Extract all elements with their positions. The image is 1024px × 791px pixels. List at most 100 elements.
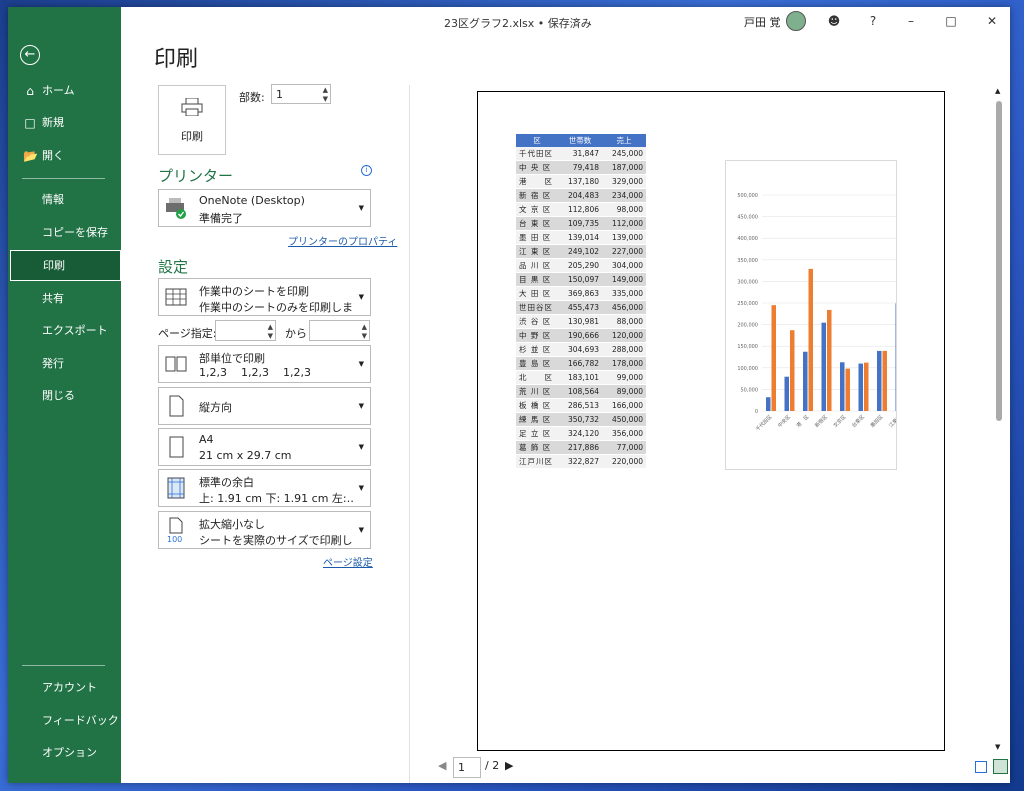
chart-svg: 0 50,000 100,000 150,000 200,000 250,000 300,0… xyxy=(737,193,906,433)
bar-series-1 xyxy=(840,362,845,411)
sidebar-item-share[interactable]: 共有 xyxy=(8,284,121,314)
paper-size-dropdown[interactable]: A4 21 cm x 29.7 cm ▼ xyxy=(158,428,371,466)
value-cell: 369,863 xyxy=(558,286,602,301)
paper-size-icon xyxy=(169,436,184,458)
table-row: 千代田区 31,847 245,000 xyxy=(516,147,646,161)
value-cell: 288,000 xyxy=(602,342,646,357)
user-name[interactable]: 戸田 覚 xyxy=(744,14,781,30)
sidebar-item-info[interactable]: 情報 xyxy=(8,185,121,215)
pages-from-input[interactable]: ▲ ▼ xyxy=(215,320,276,341)
chart-area: 0 50,000 100,000 150,000 200,000 250,000 300,0… xyxy=(725,160,906,470)
margins-label: 標準の余白 xyxy=(199,476,254,489)
info-icon[interactable]: i xyxy=(361,165,372,176)
table-row: 墨 田 区 139,014 139,000 xyxy=(516,230,646,245)
table-row: 中 央 区 79,418 187,000 xyxy=(516,160,646,175)
sidebar-item-close[interactable]: 閉じる xyxy=(8,381,121,411)
value-cell: 79,418 xyxy=(558,160,602,175)
back-arrow-icon[interactable]: ← xyxy=(20,45,40,65)
scaling-desc: シートを実際のサイズで印刷します xyxy=(199,534,354,547)
printer-icon xyxy=(181,98,203,116)
print-what-dropdown[interactable]: 作業中のシートを印刷 作業中のシートのみを印刷します ▼ xyxy=(158,278,371,316)
sidebar-item-publish[interactable]: 発行 xyxy=(8,349,121,379)
scrollbar-thumb[interactable] xyxy=(996,101,1002,421)
spin-arrows-icon[interactable]: ▲ ▼ xyxy=(268,323,273,341)
avatar[interactable] xyxy=(786,11,806,31)
page-setup-link[interactable]: ページ設定 xyxy=(323,554,373,569)
page-number-input[interactable]: 1 xyxy=(453,757,481,778)
sidebar-item-save-copy[interactable]: コピーを保存 xyxy=(8,218,121,248)
ward-cell: 江戸川区 xyxy=(516,454,558,469)
bar-series-2 xyxy=(845,368,850,411)
orientation-dropdown[interactable]: 縦方向 ▼ xyxy=(158,387,371,425)
coauthor-icon[interactable]: ☻ xyxy=(824,11,844,31)
ward-cell: 品 川 区 xyxy=(516,258,558,273)
sidebar-item-home[interactable]: ⌂ ホーム xyxy=(8,76,121,106)
margins-dropdown[interactable]: 標準の余白 上: 1.91 cm 下: 1.91 cm 左:… ▼ xyxy=(158,469,371,507)
sidebar-item-label: 開く xyxy=(42,149,64,162)
sidebar-item-options[interactable]: オプション xyxy=(8,738,121,768)
value-cell: 322,827 xyxy=(558,454,602,469)
table-row: 江戸川区 322,827 220,000 xyxy=(516,454,646,469)
value-cell: 112,806 xyxy=(558,202,602,217)
bar-series-1 xyxy=(858,363,863,411)
value-cell: 166,000 xyxy=(602,398,646,413)
x-tick-label: 江東区 xyxy=(887,413,896,429)
preview-scrollbar[interactable]: ▲ ▼ xyxy=(995,87,1004,753)
maximize-icon[interactable]: □ xyxy=(941,11,961,31)
bar-series-2 xyxy=(808,268,813,411)
printer-dropdown[interactable]: OneNote (Desktop) 準備完了 ▼ xyxy=(158,189,371,227)
y-tick-label: 50,000 xyxy=(741,387,759,393)
bar-series-2 xyxy=(864,362,869,411)
prev-page-icon[interactable]: ◀ xyxy=(438,759,446,772)
sidebar-divider xyxy=(22,178,105,179)
paper-size-label: A4 xyxy=(199,433,214,446)
next-page-icon[interactable]: ▶ xyxy=(505,759,513,772)
sidebar-item-print[interactable]: 印刷 xyxy=(10,250,121,281)
scaling-label: 拡大縮小なし xyxy=(199,518,265,531)
folder-open-icon: 📂 xyxy=(23,149,38,163)
sidebar-item-open[interactable]: 📂 開く xyxy=(8,141,121,171)
sidebar-item-export[interactable]: エクスポート xyxy=(8,316,121,346)
margins-icon xyxy=(167,477,185,499)
print-button[interactable]: 印刷 xyxy=(158,85,226,155)
spin-arrows-icon[interactable]: ▲ ▼ xyxy=(362,323,367,341)
scaling-dropdown[interactable]: 100 拡大縮小なし シートを実際のサイズで印刷します ▼ xyxy=(158,511,371,549)
ward-cell: 足 立 区 xyxy=(516,426,558,441)
sidebar-item-account[interactable]: アカウント xyxy=(8,673,121,703)
value-cell: 77,000 xyxy=(602,440,646,455)
scroll-up-icon[interactable]: ▲ xyxy=(995,87,1000,95)
printer-ready-icon xyxy=(166,198,186,219)
collate-dropdown[interactable]: 部単位で印刷 1,2,3 1,2,3 1,2,3 ▼ xyxy=(158,345,371,383)
value-cell: 304,000 xyxy=(602,258,646,273)
table-row: 豊 島 区 166,782 178,000 xyxy=(516,356,646,371)
show-margins-icon[interactable] xyxy=(975,761,987,773)
table-row: 葛 飾 区 217,886 77,000 xyxy=(516,440,646,455)
scroll-down-icon[interactable]: ▼ xyxy=(995,743,1000,751)
spin-arrows-icon[interactable]: ▲ ▼ xyxy=(323,86,328,104)
column-header: 世帯数 xyxy=(558,134,602,147)
x-tick-label: 中央区 xyxy=(776,413,792,429)
value-cell: 89,000 xyxy=(602,384,646,399)
y-tick-label: 200,000 xyxy=(737,323,758,329)
sidebar-item-feedback[interactable]: フィードバック xyxy=(8,706,121,736)
value-cell: 178,000 xyxy=(602,356,646,371)
bar-series-1 xyxy=(821,322,826,411)
chevron-down-icon: ▼ xyxy=(358,204,364,212)
bar-series-1 xyxy=(895,303,900,411)
printer-properties-link[interactable]: プリンターのプロパティ xyxy=(288,233,397,248)
pages-to-input[interactable]: ▲ ▼ xyxy=(309,320,370,341)
minimize-icon[interactable]: – xyxy=(901,11,921,31)
ward-cell: 中 野 区 xyxy=(516,328,558,343)
sidebar-item-new[interactable]: □ 新規 xyxy=(8,108,121,138)
portrait-icon xyxy=(169,395,184,417)
ward-cell: 中 央 区 xyxy=(516,160,558,175)
y-tick-label: 400,000 xyxy=(737,236,758,242)
zoom-to-page-icon[interactable] xyxy=(993,759,1008,774)
value-cell: 112,000 xyxy=(602,216,646,231)
copies-stepper[interactable]: 1 ▲ ▼ xyxy=(271,84,331,104)
help-icon[interactable]: ? xyxy=(863,11,883,31)
value-cell: 329,000 xyxy=(602,174,646,189)
close-icon[interactable]: ✕ xyxy=(982,11,1002,31)
printer-status: 準備完了 xyxy=(199,212,243,225)
ward-cell: 板 橋 区 xyxy=(516,398,558,413)
